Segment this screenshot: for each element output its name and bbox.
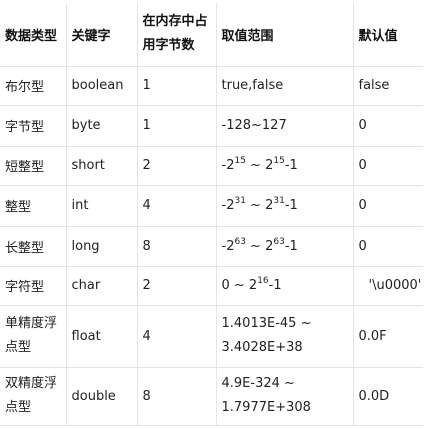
header-default: 默认值 [353, 3, 423, 67]
cell-keyword: short [66, 146, 138, 186]
range-mid: ~ 2 [245, 198, 274, 213]
cell-range: 4.9E-324 ~ 1.7977E+308 [216, 367, 354, 426]
cell-bytes: 1 [137, 105, 217, 147]
range-base: 0 ~ 2 [221, 278, 258, 293]
header-range: 取值范围 [216, 3, 354, 67]
cell-default: '\u0000' [353, 266, 423, 306]
cell-type: 双精度浮点型 [0, 367, 67, 426]
header-row: 数据类型 关键字 在内存中占用字节数 取值范围 默认值 [0, 3, 423, 67]
range-tail: -1 [284, 238, 298, 254]
cell-default: 0 [353, 146, 423, 186]
cell-range: -231 ~ 231-1 [216, 185, 354, 227]
cell-range: -215 ~ 215-1 [216, 146, 354, 186]
header-keyword: 关键字 [66, 3, 138, 67]
range-exponent: 15 [234, 156, 246, 166]
cell-range: -263 ~ 263-1 [216, 226, 354, 267]
cell-type: 长整型 [0, 226, 67, 267]
range-base: -2 [221, 238, 235, 254]
cell-bytes: 8 [137, 367, 217, 426]
cell-bytes: 2 [137, 266, 217, 306]
range-tail: -1 [284, 198, 298, 213]
range-mid: ~ 2 [245, 238, 274, 254]
table-row: 布尔型 boolean 1 true,false false [0, 66, 423, 106]
cell-keyword: double [66, 367, 138, 426]
cell-range: 0 ~ 216-1 [216, 266, 354, 306]
table-row: 双精度浮点型 double 8 4.9E-324 ~ 1.7977E+308 0… [0, 367, 423, 426]
header-bytes: 在内存中占用字节数 [137, 3, 217, 67]
table-row: 字符型 char 2 0 ~ 216-1 '\u0000' [0, 266, 423, 306]
cell-keyword: char [66, 266, 138, 306]
cell-bytes: 4 [137, 185, 217, 227]
table-row: 单精度浮点型 float 4 1.4013E-45 ~ 3.4028E+38 0… [0, 305, 423, 368]
cell-keyword: float [66, 305, 138, 368]
range-exponent: 31 [273, 196, 285, 206]
cell-keyword: byte [66, 105, 138, 147]
cell-default: false [353, 66, 423, 106]
cell-type: 布尔型 [0, 66, 67, 106]
cell-range: 1.4013E-45 ~ 3.4028E+38 [216, 305, 354, 368]
cell-bytes: 2 [137, 146, 217, 186]
cell-bytes: 4 [137, 305, 217, 368]
table-row: 字节型 byte 1 -128~127 0 [0, 105, 423, 147]
cell-bytes: 8 [137, 226, 217, 267]
range-tail: -1 [284, 158, 298, 173]
cell-type: 单精度浮点型 [0, 305, 67, 368]
range-exponent: 31 [234, 196, 246, 206]
range-exponent: 16 [257, 276, 269, 286]
cell-keyword: long [66, 226, 138, 267]
range-tail: -1 [268, 278, 282, 293]
table-row: 短整型 short 2 -215 ~ 215-1 0 [0, 146, 423, 186]
range-mid: ~ 2 [245, 158, 274, 173]
cell-default: 0 [353, 185, 423, 227]
cell-bytes: 1 [137, 66, 217, 106]
header-data-type: 数据类型 [0, 3, 67, 67]
range-exponent: 63 [273, 236, 285, 247]
range-exponent: 63 [234, 236, 246, 247]
cell-keyword: int [66, 185, 138, 227]
range-base: -2 [221, 198, 235, 213]
cell-range: -128~127 [216, 105, 354, 147]
cell-default: 0 [353, 105, 423, 147]
cell-type: 字符型 [0, 266, 67, 306]
table-row: 整型 int 4 -231 ~ 231-1 0 [0, 185, 423, 227]
cell-default: 0.0D [353, 367, 423, 426]
cell-keyword: boolean [66, 66, 138, 106]
cell-type: 整型 [0, 185, 67, 227]
range-exponent: 15 [273, 156, 285, 166]
cell-default: 0 [353, 226, 423, 267]
cell-default: 0.0F [353, 305, 423, 368]
cell-type: 短整型 [0, 146, 67, 186]
cell-range: true,false [216, 66, 354, 106]
range-base: -2 [221, 158, 235, 173]
table-row: 长整型 long 8 -263 ~ 263-1 0 [0, 226, 423, 267]
cell-type: 字节型 [0, 105, 67, 147]
data-types-table: 数据类型 关键字 在内存中占用字节数 取值范围 默认值 布尔型 boolean … [0, 3, 423, 426]
